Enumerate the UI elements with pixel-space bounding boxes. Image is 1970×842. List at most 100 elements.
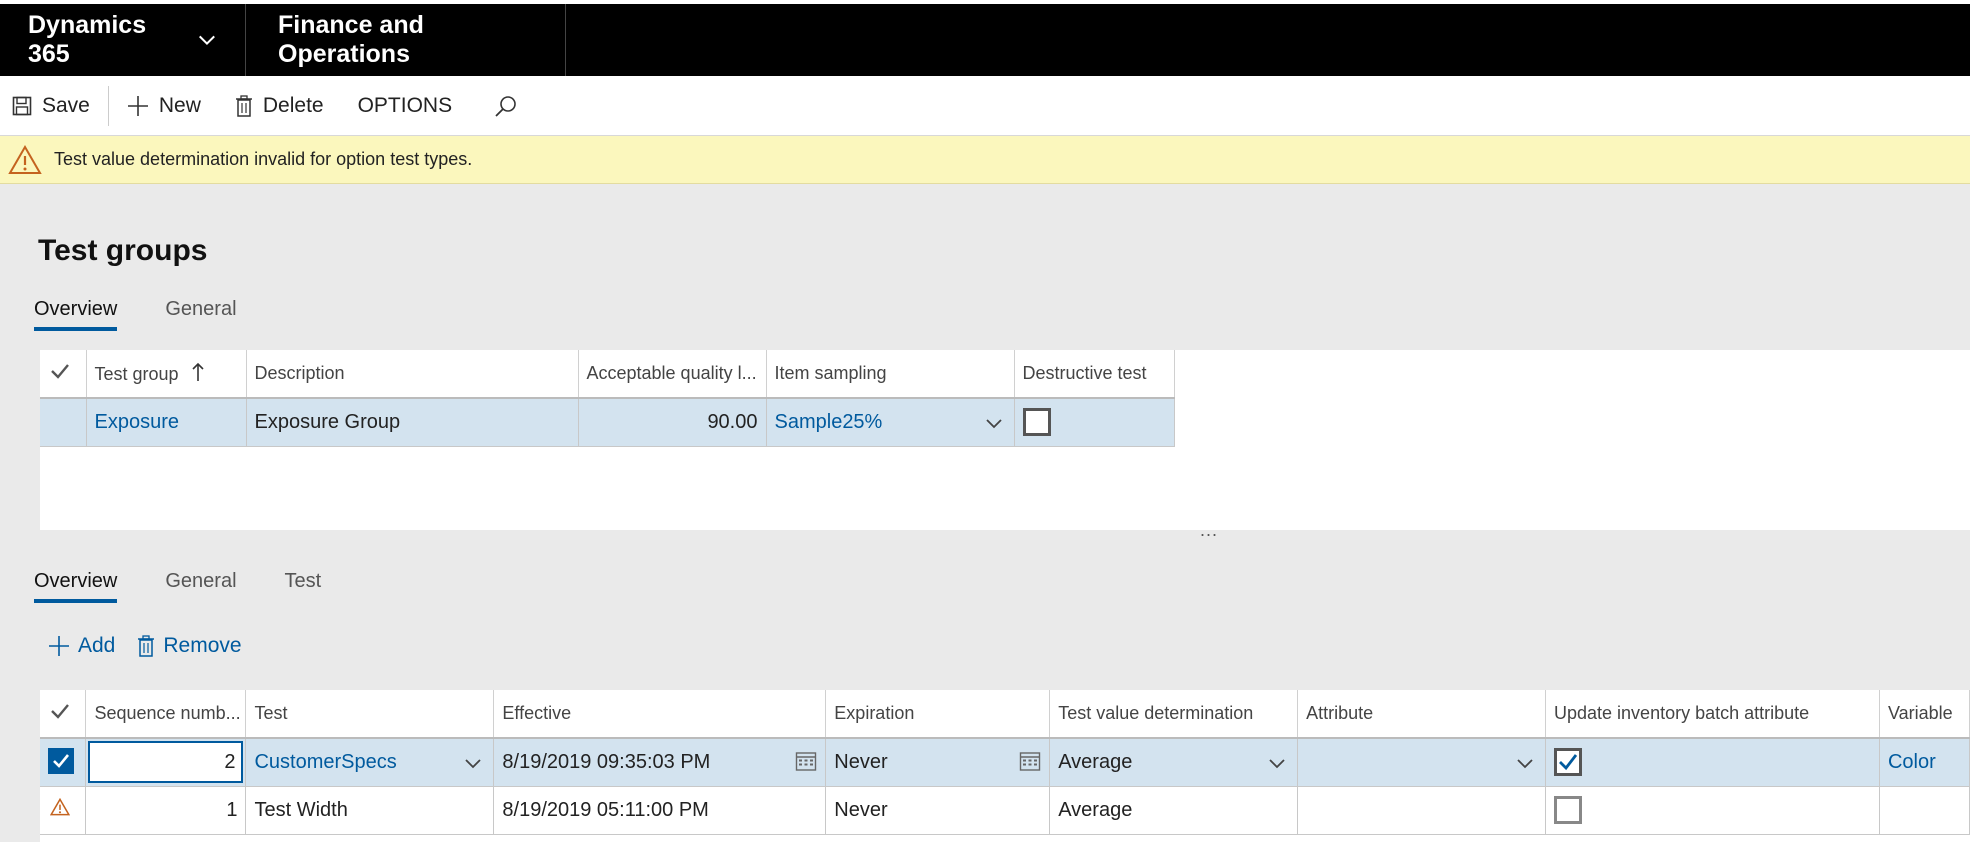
remove-button[interactable]: Remove: [137, 634, 242, 658]
test-group-cell[interactable]: Exposure: [86, 398, 247, 447]
lines-tabs: Overview General Test: [34, 570, 369, 603]
column-header-destructive-test[interactable]: Destructive test: [1014, 350, 1175, 399]
expiration-cell[interactable]: Never: [825, 786, 1051, 835]
add-button[interactable]: Add: [48, 634, 115, 658]
table-row[interactable]: 1 Test Width 8/19/2019 05:11:00 PM Never…: [40, 786, 1970, 835]
column-header-sequence[interactable]: Sequence numb...: [85, 690, 247, 739]
column-header-test[interactable]: Test: [245, 690, 495, 739]
tab-lines-overview[interactable]: Overview: [34, 570, 118, 603]
new-button[interactable]: New: [109, 76, 213, 136]
column-label: Test group: [94, 364, 179, 384]
destructive-test-cell: [1014, 398, 1175, 447]
row-selected-checkbox[interactable]: [48, 748, 74, 775]
row-selector[interactable]: [40, 738, 87, 787]
warning-icon: [8, 144, 42, 174]
warning-text: Test value determination invalid for opt…: [54, 149, 473, 169]
search-button[interactable]: [464, 76, 540, 136]
table-row[interactable]: 2 CustomerSpecs 8/19/2019 09:35:03 PM Ne…: [40, 738, 1970, 787]
chevron-down-icon[interactable]: [1267, 753, 1287, 773]
update-batch-cell: [1545, 738, 1880, 787]
row-selector[interactable]: [40, 398, 87, 447]
add-label: Add: [78, 634, 116, 657]
trash-icon: [235, 94, 252, 117]
save-label: Save: [42, 93, 90, 117]
sequence-cell[interactable]: 2: [85, 738, 247, 787]
warning-message-bar: Test value determination invalid for opt…: [0, 136, 1970, 184]
checkmark-icon: [51, 704, 69, 719]
variable-cell[interactable]: [1879, 786, 1970, 835]
page-title: Test groups: [38, 234, 208, 267]
item-sampling-value: Sample25%: [774, 410, 883, 433]
test-groups-grid-panel: Test group Description Acceptable qualit…: [40, 350, 1970, 530]
column-header-aql[interactable]: Acceptable quality l...: [578, 350, 767, 399]
expiration-cell[interactable]: Never: [825, 738, 1051, 787]
aql-cell[interactable]: 90.00: [578, 398, 767, 447]
effective-value: 8/19/2019 09:35:03 PM: [502, 750, 711, 773]
splitter-handle[interactable]: ...: [1200, 520, 1218, 541]
test-lines-grid: Sequence numb... Test Effective Expirati…: [40, 690, 1970, 835]
tab-lines-general[interactable]: General: [165, 570, 236, 603]
determination-value: Average: [1058, 750, 1133, 773]
update-batch-cell: [1545, 786, 1880, 835]
attribute-cell[interactable]: [1297, 786, 1546, 835]
top-nav-bar: Dynamics 365 Finance and Operations: [0, 0, 1970, 76]
destructive-test-checkbox[interactable]: [1022, 408, 1051, 437]
delete-button[interactable]: Delete: [213, 76, 336, 136]
trash-icon: [138, 635, 155, 657]
app-name: Dynamics 365: [28, 11, 147, 68]
column-header-expiration[interactable]: Expiration: [825, 690, 1051, 739]
variable-cell[interactable]: Color: [1879, 738, 1970, 787]
plus-icon: [127, 95, 148, 116]
chevron-down-icon[interactable]: [1515, 753, 1535, 773]
tab-general[interactable]: General: [165, 298, 236, 331]
options-label: OPTIONS: [357, 93, 453, 117]
test-cell[interactable]: Test Width: [245, 786, 495, 835]
app-switcher[interactable]: Dynamics 365: [0, 4, 246, 76]
checkmark-icon: [51, 364, 69, 379]
item-sampling-cell[interactable]: Sample25%: [766, 398, 1015, 447]
column-header-variable[interactable]: Variable: [1879, 690, 1970, 739]
effective-cell[interactable]: 8/19/2019 09:35:03 PM: [493, 738, 827, 787]
header-tabs: Overview General: [34, 298, 285, 331]
search-icon: [495, 95, 516, 117]
calendar-icon[interactable]: [795, 750, 817, 772]
module-name[interactable]: Finance and Operations: [246, 4, 566, 76]
column-header-item-sampling[interactable]: Item sampling: [766, 350, 1015, 399]
column-header-description[interactable]: Description: [246, 350, 579, 399]
chevron-down-icon[interactable]: [463, 753, 483, 773]
attribute-cell[interactable]: [1297, 738, 1546, 787]
options-button[interactable]: OPTIONS: [336, 76, 465, 136]
lines-action-bar: Add Remove: [48, 634, 264, 658]
checkmark-icon: [1559, 754, 1578, 771]
column-header-test-value-determination[interactable]: Test value determination: [1049, 690, 1299, 739]
test-value: CustomerSpecs: [254, 750, 397, 773]
action-pane: Save New Delete OPTIONS: [0, 76, 1970, 136]
tab-lines-test[interactable]: Test: [285, 570, 322, 603]
column-header-attribute[interactable]: Attribute: [1297, 690, 1546, 739]
sequence-input[interactable]: 2: [88, 741, 244, 784]
save-button[interactable]: Save: [0, 85, 109, 126]
determination-cell[interactable]: Average: [1049, 786, 1299, 835]
sequence-cell[interactable]: 1: [85, 786, 247, 835]
column-header-update-batch-attribute[interactable]: Update inventory batch attribute: [1545, 690, 1880, 739]
tab-overview[interactable]: Overview: [34, 298, 118, 331]
new-label: New: [158, 93, 201, 117]
determination-cell[interactable]: Average: [1049, 738, 1299, 787]
update-batch-checkbox[interactable]: [1554, 796, 1582, 824]
description-cell[interactable]: Exposure Group: [246, 398, 579, 447]
effective-cell[interactable]: 8/19/2019 05:11:00 PM: [493, 786, 827, 835]
row-selector[interactable]: [40, 786, 87, 835]
column-header-test-group[interactable]: Test group: [86, 350, 247, 399]
chevron-down-icon: [199, 35, 215, 46]
table-row[interactable]: Exposure Exposure Group 90.00 Sample25%: [40, 398, 1175, 447]
chevron-down-icon[interactable]: [984, 413, 1004, 433]
column-header-effective[interactable]: Effective: [493, 690, 827, 739]
select-all-header[interactable]: [40, 350, 87, 399]
test-cell[interactable]: CustomerSpecs: [245, 738, 495, 787]
expiration-value: Never: [834, 750, 888, 773]
update-batch-checkbox[interactable]: [1554, 748, 1582, 777]
select-all-header[interactable]: [40, 690, 87, 739]
save-icon: [12, 96, 32, 115]
sort-ascending-icon: [192, 362, 204, 381]
calendar-icon[interactable]: [1019, 750, 1041, 772]
